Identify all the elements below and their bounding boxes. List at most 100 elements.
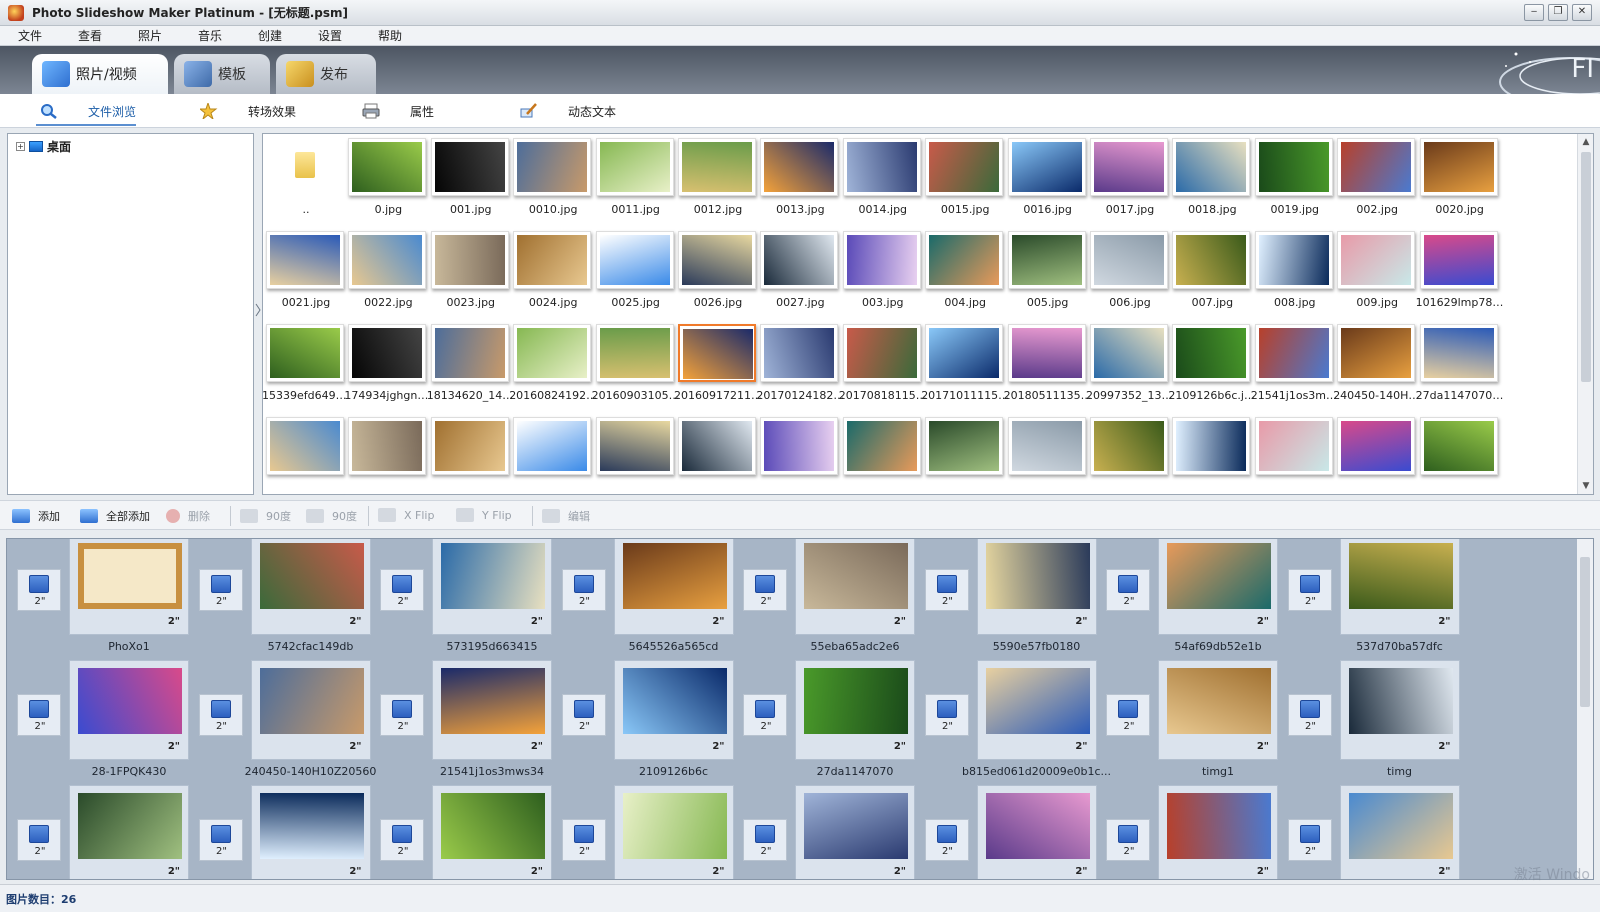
- file-thumbnail[interactable]: 0022.jpg: [348, 227, 428, 319]
- subtab-dynamic-text[interactable]: 动态文本: [520, 100, 616, 122]
- storyboard-slide[interactable]: 2": [432, 539, 552, 635]
- scroll-up-icon[interactable]: ▲: [1578, 134, 1593, 150]
- file-thumbnail[interactable]: [266, 413, 346, 494]
- transition-slot[interactable]: 2": [743, 819, 787, 861]
- delete-button[interactable]: 删除: [166, 508, 210, 524]
- edit-button[interactable]: 编辑: [542, 508, 590, 524]
- storyboard-slide[interactable]: 2": [1158, 785, 1278, 879]
- add-button[interactable]: 添加: [12, 508, 60, 524]
- storyboard-slide[interactable]: 2": [613, 660, 734, 760]
- file-thumbnail[interactable]: 004.jpg: [925, 227, 1005, 319]
- flip-x-button[interactable]: X Flip: [378, 508, 434, 522]
- storyboard-slide[interactable]: 2": [250, 539, 371, 635]
- file-thumbnail[interactable]: 101629lmp78y...: [1416, 227, 1504, 319]
- storyboard-slide[interactable]: 2": [1158, 660, 1278, 760]
- file-thumbnail[interactable]: 0026.jpg: [678, 227, 758, 319]
- menu-view[interactable]: 查看: [60, 27, 120, 44]
- storyboard-slide[interactable]: 2": [1158, 539, 1278, 635]
- file-thumbnail[interactable]: [925, 413, 1005, 494]
- transition-slot[interactable]: 2": [743, 569, 787, 611]
- storyboard-slide[interactable]: 2": [795, 539, 915, 635]
- transition-slot[interactable]: 2": [1106, 819, 1150, 861]
- file-thumbnail[interactable]: 009.jpg: [1337, 227, 1417, 319]
- transition-slot[interactable]: 2": [1287, 569, 1332, 611]
- file-thumbnail[interactable]: 20997352_136...: [1086, 320, 1174, 412]
- transition-slot[interactable]: 2": [1287, 694, 1332, 736]
- file-thumbnail[interactable]: 201609172119...: [674, 320, 762, 412]
- file-thumbnail[interactable]: [1090, 413, 1170, 494]
- menu-settings[interactable]: 设置: [300, 27, 360, 44]
- storyboard-slide[interactable]: 2": [432, 785, 552, 879]
- storyboard-slide[interactable]: 2": [1339, 660, 1460, 760]
- storyboard-scrollbar[interactable]: [1577, 539, 1593, 879]
- file-thumbnail[interactable]: 27da1147070.jpg: [1416, 320, 1504, 412]
- transition-slot[interactable]: 2": [198, 694, 243, 736]
- file-thumbnail[interactable]: 0014.jpg: [842, 134, 923, 226]
- file-thumbnail[interactable]: [430, 413, 511, 494]
- file-thumbnail[interactable]: [1254, 413, 1335, 494]
- storyboard-slide[interactable]: 2": [69, 660, 189, 760]
- file-thumbnail[interactable]: 0023.jpg: [430, 227, 511, 319]
- file-thumbnail[interactable]: [1337, 413, 1417, 494]
- file-thumbnail[interactable]: [1419, 413, 1500, 494]
- file-thumbnail[interactable]: 005.jpg: [1007, 227, 1088, 319]
- file-thumbnail[interactable]: 174934jghgnog...: [344, 320, 432, 412]
- file-thumbnail[interactable]: 201701241821...: [756, 320, 844, 412]
- transition-slot[interactable]: 2": [198, 819, 243, 861]
- file-thumbnail[interactable]: 0020.jpg: [1419, 134, 1500, 226]
- menu-create[interactable]: 创建: [240, 27, 300, 44]
- file-thumbnail[interactable]: 0018.jpg: [1172, 134, 1252, 226]
- file-thumbnail[interactable]: 0013.jpg: [760, 134, 840, 226]
- rotate-left-button[interactable]: 90度: [240, 508, 291, 524]
- transition-slot[interactable]: 2": [924, 694, 969, 736]
- file-thumbnail[interactable]: [1172, 413, 1252, 494]
- expand-icon[interactable]: +: [16, 142, 25, 151]
- subtab-file-browse[interactable]: 文件浏览: [40, 100, 136, 122]
- transition-slot[interactable]: 2": [561, 819, 606, 861]
- storyboard-slide[interactable]: 2": [250, 785, 371, 879]
- subtab-properties[interactable]: 属性: [362, 100, 434, 122]
- transition-slot[interactable]: 2": [380, 819, 424, 861]
- storyboard-slide[interactable]: 2": [69, 785, 189, 879]
- menu-help[interactable]: 帮助: [360, 27, 420, 44]
- file-thumbnail[interactable]: 201609031050...: [592, 320, 680, 412]
- transition-slot[interactable]: 2": [743, 694, 787, 736]
- scroll-down-icon[interactable]: ▼: [1578, 478, 1593, 494]
- storyboard-slide[interactable]: 2": [976, 785, 1097, 879]
- file-thumbnail[interactable]: 0016.jpg: [1007, 134, 1088, 226]
- panel-splitter[interactable]: [255, 300, 261, 320]
- file-thumbnail[interactable]: 0010.jpg: [513, 134, 593, 226]
- file-thumbnail[interactable]: [678, 413, 758, 494]
- file-thumbnail[interactable]: [842, 413, 923, 494]
- tab-photo-video[interactable]: 照片/视频: [32, 54, 168, 94]
- file-thumbnail[interactable]: 2109126b6c.jpg: [1168, 320, 1256, 412]
- file-thumbnail[interactable]: 21541j1os3mw...: [1251, 320, 1339, 412]
- storyboard-slide[interactable]: 2": [976, 660, 1097, 760]
- file-thumbnail[interactable]: 201608241920...: [509, 320, 597, 412]
- transition-slot[interactable]: 2": [198, 569, 243, 611]
- file-thumbnail[interactable]: 0027.jpg: [760, 227, 840, 319]
- transition-slot[interactable]: 2": [1106, 569, 1150, 611]
- storyboard-slide[interactable]: 2": [1339, 539, 1460, 635]
- file-thumbnail[interactable]: [595, 413, 676, 494]
- tab-publish[interactable]: 发布: [276, 54, 376, 94]
- file-thumbnail[interactable]: 201708181153...: [839, 320, 927, 412]
- storyboard-slide[interactable]: 2": [69, 539, 189, 635]
- transition-slot[interactable]: 2": [17, 819, 61, 861]
- file-thumbnail[interactable]: [760, 413, 840, 494]
- file-thumbnail[interactable]: 006.jpg: [1090, 227, 1170, 319]
- storyboard-slide[interactable]: 2": [613, 785, 734, 879]
- transition-slot[interactable]: 2": [380, 569, 424, 611]
- transition-slot[interactable]: 2": [1287, 819, 1332, 861]
- file-browser-scrollbar[interactable]: ▲ ▼: [1577, 134, 1593, 494]
- file-thumbnail[interactable]: 002.jpg: [1337, 134, 1417, 226]
- transition-slot[interactable]: 2": [380, 694, 424, 736]
- subtab-transitions[interactable]: 转场效果: [200, 100, 296, 122]
- file-thumbnail[interactable]: 001.jpg: [430, 134, 511, 226]
- file-thumbnail[interactable]: 201805111356...: [1004, 320, 1092, 412]
- transition-slot[interactable]: 2": [17, 569, 61, 611]
- file-thumbnail[interactable]: 0011.jpg: [595, 134, 676, 226]
- transition-slot[interactable]: 2": [1106, 694, 1150, 736]
- parent-folder-item[interactable]: ..: [266, 134, 346, 226]
- file-thumbnail[interactable]: 0012.jpg: [678, 134, 758, 226]
